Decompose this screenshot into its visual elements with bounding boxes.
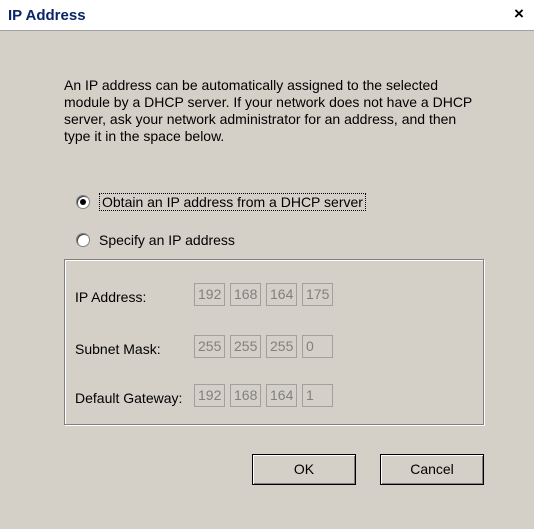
window-title: IP Address <box>8 7 86 24</box>
ip-address-octet-3[interactable]: 164 <box>266 283 297 306</box>
ip-address-octet-4[interactable]: 175 <box>302 283 333 306</box>
radio-button-checked[interactable] <box>76 195 90 209</box>
ip-address-octet-2[interactable]: 168 <box>230 283 261 306</box>
close-button[interactable]: × <box>510 5 528 23</box>
subnet-mask-octet-4[interactable]: 0 <box>302 335 333 358</box>
subnet-mask-octet-3[interactable]: 255 <box>266 335 297 358</box>
default-gateway-octet-1[interactable]: 192 <box>194 384 225 407</box>
radio-button-unchecked[interactable] <box>76 233 90 247</box>
description-text: An IP address can be automatically assig… <box>64 77 473 144</box>
title-bar: IP Address × <box>0 0 534 31</box>
subnet-mask-octet-2[interactable]: 255 <box>230 335 261 358</box>
default-gateway-octet-2[interactable]: 168 <box>230 384 261 407</box>
ip-address-label: IP Address: <box>75 289 147 305</box>
default-gateway-label: Default Gateway: <box>75 390 183 406</box>
radio-obtain-dhcp[interactable]: Obtain an IP address from a DHCP server <box>76 192 366 212</box>
ip-address-dialog: IP Address × An IP address can be automa… <box>0 0 534 529</box>
subnet-mask-label: Subnet Mask: <box>75 341 161 357</box>
cancel-button[interactable]: Cancel <box>380 454 484 485</box>
ok-button[interactable]: OK <box>252 454 356 485</box>
ip-address-octet-1[interactable]: 192 <box>194 283 225 306</box>
subnet-mask-octet-1[interactable]: 255 <box>194 335 225 358</box>
radio-label-static[interactable]: Specify an IP address <box>99 232 235 248</box>
default-gateway-octet-3[interactable]: 164 <box>266 384 297 407</box>
default-gateway-octet-4[interactable]: 1 <box>302 384 333 407</box>
radio-specify-ip[interactable]: Specify an IP address <box>76 230 235 250</box>
radio-label-dhcp[interactable]: Obtain an IP address from a DHCP server <box>99 193 366 211</box>
